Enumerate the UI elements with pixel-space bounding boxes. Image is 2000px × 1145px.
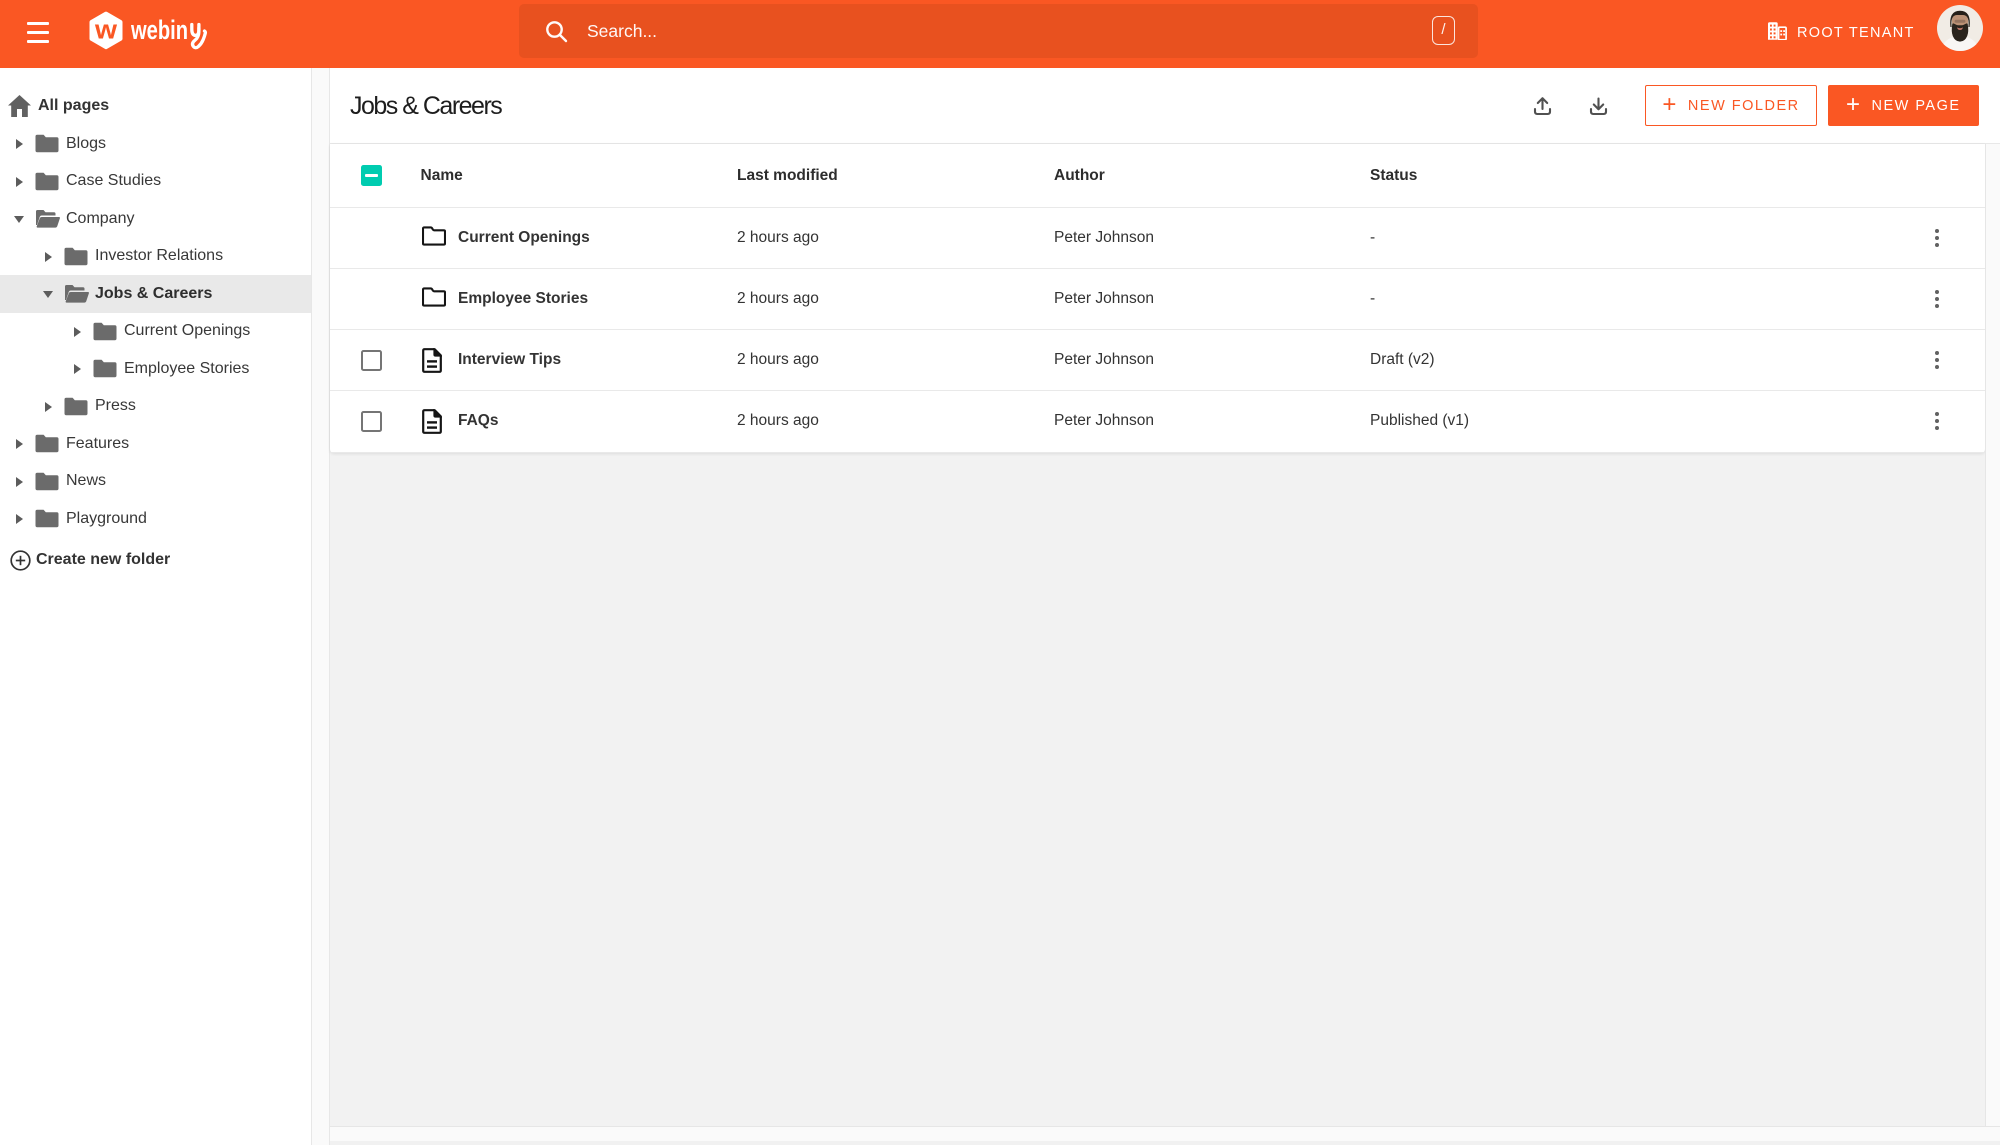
svg-text:w: w <box>94 15 118 45</box>
svg-text:webin: webin <box>131 15 188 45</box>
